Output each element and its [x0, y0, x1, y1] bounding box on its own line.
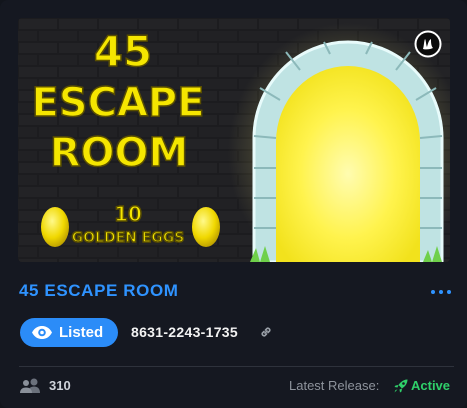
stone-archway: [250, 40, 444, 262]
title-artwork: 45 ESCAPE ROOM 10 GOLDEN EGGS: [31, 26, 220, 247]
players-icon: [20, 378, 40, 393]
island-code: 8631-2243-1735: [131, 324, 238, 340]
art-title-line3: ROOM: [50, 130, 189, 176]
status-badge-label: Listed: [59, 324, 104, 341]
divider: [19, 366, 454, 367]
golden-egg-icon: [192, 207, 220, 247]
art-eggs-count: 10: [114, 202, 142, 226]
latest-release-label: Latest Release:: [289, 378, 380, 393]
art-eggs-label: GOLDEN EGGS: [72, 230, 185, 246]
link-icon[interactable]: [259, 325, 273, 339]
listed-status-badge[interactable]: Listed: [20, 318, 118, 347]
art-title-line2: ESCAPE: [31, 80, 204, 126]
more-dots-icon[interactable]: [428, 287, 454, 297]
rocket-icon: [394, 379, 408, 393]
unreal-engine-logo: [414, 30, 442, 58]
golden-egg-icon: [41, 207, 69, 247]
player-count: 310: [49, 378, 71, 393]
art-title-line1: 45: [94, 27, 152, 76]
eye-icon: [32, 326, 52, 339]
island-card: 45 ESCAPE ROOM 10 GOLDEN EGGS 45 ESCAPE …: [0, 0, 467, 408]
release-status: Active: [411, 378, 451, 393]
island-title[interactable]: 45 ESCAPE ROOM: [19, 281, 179, 301]
island-thumbnail[interactable]: 45 ESCAPE ROOM 10 GOLDEN EGGS: [18, 18, 450, 262]
